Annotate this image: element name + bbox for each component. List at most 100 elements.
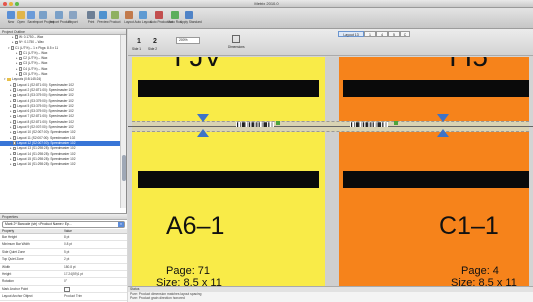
sheet-icon xyxy=(19,56,22,61)
black-band-bottom xyxy=(138,171,319,188)
property-name: Height xyxy=(2,271,12,276)
side-2-number: 2 xyxy=(153,38,157,45)
mark-selector-value: Mark 2* Barcode (str) <Product Name> Ep.… xyxy=(5,222,72,226)
sheet-icon xyxy=(19,61,22,66)
sheet-icon xyxy=(13,98,16,103)
property-row[interactable]: Layout Anchor Object Product Trim xyxy=(0,293,127,301)
tree-item-label: W: 0.1750 – Wax xyxy=(19,35,44,39)
toolbar-button-label: Export xyxy=(68,20,78,24)
registration-mark xyxy=(394,121,398,125)
sheet-icon xyxy=(13,162,16,167)
left-sidebar: Project Outline ▸ W: 0.1750 – Wax ▸ N*: 0.1… xyxy=(0,29,127,302)
toolbar-button-label: Apply Standard xyxy=(180,20,202,24)
property-value[interactable]: 0° xyxy=(64,278,67,285)
layout-tab[interactable]: C xyxy=(400,31,410,37)
property-row[interactable]: Bar Height 8 pt xyxy=(0,234,127,242)
properties-grid: Bar Height 8 pt Minimum Bar Width 0.8 pt Sid… xyxy=(0,234,127,302)
tree-item-label: Layout 5 (S3:379:00): Speedmaster 102 xyxy=(17,103,74,108)
layout-tab[interactable]: Layout 13 xyxy=(338,31,364,37)
property-name: Minimum Bar Width xyxy=(2,242,30,247)
property-value[interactable]: 2 pt xyxy=(64,256,69,263)
property-row[interactable]: Side Quiet Zone 5 pt xyxy=(0,249,127,257)
window-titlebar: Metrix 2010.0 xyxy=(0,0,533,8)
sheet-icon xyxy=(13,104,16,108)
sheet-icon xyxy=(13,146,16,151)
product-page-a6[interactable]: I JV A6–1 Page: 71 Size: 8.5 x 11 xyxy=(132,57,325,292)
chevron-down-icon[interactable]: ▾ xyxy=(118,222,124,227)
tree-item-label: Layout 14 (S1:298:28): Speedmaster 102 xyxy=(17,151,76,156)
property-row[interactable]: Mark Anchor Point xyxy=(0,286,127,294)
property-value[interactable]: Product Trim xyxy=(64,293,82,300)
anchor-arrow-up-icon[interactable] xyxy=(437,129,449,137)
tree-item-label: Layout 2 (S2:8T1:00): Speedmaster 102 xyxy=(17,87,74,92)
window-title: Metrix 2010.0 xyxy=(254,1,279,6)
sheet-icon xyxy=(13,157,16,161)
sheet-icon xyxy=(13,93,16,98)
tree-item-label: Layouts (0:8:145:24) xyxy=(12,77,42,82)
black-band-top xyxy=(343,80,529,97)
tree-item-label: C2 (L/T%) – Wax xyxy=(23,56,48,61)
tree-scroll-thumb[interactable] xyxy=(122,155,126,181)
property-name: Top Quiet Zone xyxy=(2,257,24,262)
property-row[interactable]: Width 180.8 pt xyxy=(0,264,127,271)
tree-item-label: Layout 3 (S3:379:00): Speedmaster 102 xyxy=(17,93,74,98)
property-row[interactable]: Rotation 0° xyxy=(0,278,127,286)
layout-tab[interactable]: 5 xyxy=(388,31,400,37)
page-number-text: Page: 71 xyxy=(166,265,211,277)
import-project-icon xyxy=(39,11,47,19)
dimensions-label: Dimensions xyxy=(228,45,245,49)
export-icon xyxy=(69,11,77,19)
property-value[interactable]: 17.24(59)1 pt xyxy=(64,271,83,278)
property-value[interactable]: 8 pt xyxy=(64,234,69,241)
folder-icon xyxy=(7,78,11,82)
layout-tab[interactable]: 1 xyxy=(364,31,376,37)
tree-item-label: C5 (L/T%) – Wax xyxy=(23,72,48,77)
sheet-icon xyxy=(15,40,18,45)
anchor-arrow-down-icon[interactable] xyxy=(437,114,449,122)
tree-item-label: Layout 11 (S2:007:00): Speedmaster 102 xyxy=(17,135,76,140)
property-row[interactable]: Minimum Bar Width 0.8 pt xyxy=(0,241,127,249)
tree-item-label: C1 (L/T%) – Wax xyxy=(23,50,48,55)
tree-item[interactable]: ▸ Layout 16 (S1:298:28): Speedmaster 102 xyxy=(0,162,121,167)
product-page-c1[interactable]: I I5 C1–1 Page: 4 Size: 8.5 x 11 xyxy=(339,57,529,292)
property-name: Mark Anchor Point xyxy=(2,286,29,291)
black-band-bottom xyxy=(343,171,529,188)
side-2-button[interactable]: 2 xyxy=(150,37,160,47)
page-number-text: Page: 4 xyxy=(461,265,499,277)
tree-item-label: C3 (L/T%) – Wax xyxy=(23,61,48,66)
sheet-icon xyxy=(19,72,22,76)
anchor-arrow-down-icon[interactable] xyxy=(197,114,209,122)
property-row[interactable]: Height 17.24(59)1 pt xyxy=(0,271,127,279)
sheet-icon xyxy=(13,114,16,119)
tree-item-label: Layout 6 (S3:379:00): Speedmaster 102 xyxy=(17,109,74,114)
side-1-button[interactable]: 1 xyxy=(134,37,144,47)
tree-item-label: Layout 15 (S1:298:28): Speedmaster 102 xyxy=(17,156,76,161)
property-row[interactable]: Top Quiet Zone 2 pt xyxy=(0,256,127,264)
property-name: Width xyxy=(2,264,11,269)
anchor-arrow-up-icon[interactable] xyxy=(197,129,209,137)
barcode-mark-a6[interactable]: ▌║█▌║▌█║▌▌║█▌▌║ xyxy=(236,122,275,127)
black-band-top xyxy=(138,80,319,97)
barcode-mark-c1[interactable]: ▌║█▌║▌█║▌▌║█▌▌║ xyxy=(350,122,389,127)
anchor-point-grid-icon[interactable] xyxy=(64,286,70,292)
sheet-icon xyxy=(19,67,22,71)
sheet-icon xyxy=(13,83,16,87)
property-name: Bar Height xyxy=(2,235,18,239)
tree-item-label: Layout 9 (S2:007:00): Speedmaster 102 xyxy=(17,125,74,130)
import-product-icon xyxy=(55,11,63,19)
mark-selector[interactable]: Mark 2* Barcode (str) <Product Name> Ep.… xyxy=(2,221,125,228)
zoom-select[interactable]: 200% xyxy=(176,37,200,44)
sheet-icon xyxy=(13,130,16,135)
property-value[interactable]: 180.8 pt xyxy=(64,264,76,271)
property-value[interactable]: 0.8 pt xyxy=(64,241,72,248)
registration-mark xyxy=(276,121,280,125)
export-button[interactable]: Export xyxy=(64,10,82,28)
apply-standard-button[interactable]: Apply Standard xyxy=(180,10,202,28)
auto-production-icon xyxy=(155,11,163,19)
property-value[interactable]: 5 pt xyxy=(64,249,69,256)
page-top-text: I I5 xyxy=(449,57,488,73)
property-name: Layout Anchor Object xyxy=(2,294,33,299)
tree-scrollbar[interactable] xyxy=(120,35,126,208)
dimensions-icon[interactable] xyxy=(232,35,240,43)
layout-tab[interactable]: 4 xyxy=(376,31,388,37)
